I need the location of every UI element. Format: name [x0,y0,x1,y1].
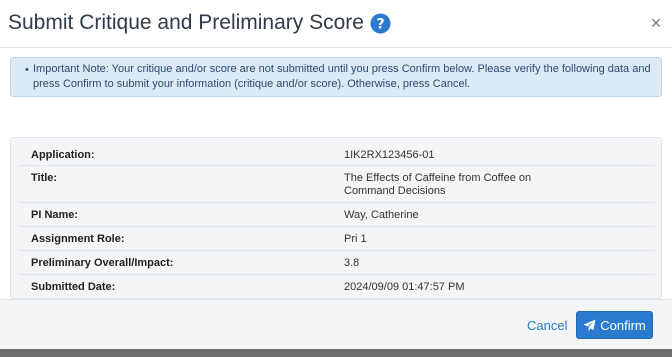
detail-label: Submitted Date: [31,281,116,293]
detail-row-title: Title: The Effects of Caffeine from Coff… [19,165,655,202]
details-panel: Application: 1IK2RX123456-01 Title: The … [10,137,662,299]
detail-label: Preliminary Overall/Impact: [31,257,174,269]
modal-title: Submit Critique and Preliminary Score ? [8,11,391,35]
detail-value: Way, Catherine [344,209,419,221]
important-note-alert: • Important Note: Your critique and/or s… [10,57,662,97]
detail-value: 1IK2RX123456-01 [344,149,435,161]
alert-text: Important Note: Your critique and/or sco… [33,63,651,90]
detail-label: Title: [31,172,58,184]
close-icon[interactable]: × [648,14,664,32]
question-circle-icon[interactable]: ? [370,13,391,34]
detail-value: 2024/09/09 01:47:57 PM [344,281,465,293]
modal-footer: Cancel Confirm [0,299,672,349]
detail-label: Assignment Role: [31,233,125,245]
detail-row-assignment-role: Assignment Role: Pri 1 [19,226,655,250]
detail-value: Pri 1 [344,233,367,245]
modal-title-text: Submit Critique and Preliminary Score [8,11,364,34]
detail-label: Application: [31,149,95,161]
alert-bullet: • [25,64,29,76]
window-bottom-bar [0,349,672,357]
detail-label: PI Name: [31,209,79,221]
modal-header: Submit Critique and Preliminary Score ? … [0,0,672,48]
detail-row-submitted-date: Submitted Date: 2024/09/09 01:47:57 PM [19,274,655,298]
detail-value: The Effects of Caffeine from Coffee on C… [344,172,532,197]
detail-row-pi-name: PI Name: Way, Catherine [19,202,655,226]
cancel-button[interactable]: Cancel [527,318,567,333]
detail-row-preliminary-impact: Preliminary Overall/Impact: 3.8 [19,250,655,274]
send-icon [583,319,596,332]
confirm-button[interactable]: Confirm [576,311,653,339]
detail-row-application: Application: 1IK2RX123456-01 [19,143,655,165]
detail-value: 3.8 [344,257,360,269]
svg-text:?: ? [376,16,384,32]
confirm-label: Confirm [600,317,646,333]
submit-critique-modal: Submit Critique and Preliminary Score ? … [0,0,672,357]
